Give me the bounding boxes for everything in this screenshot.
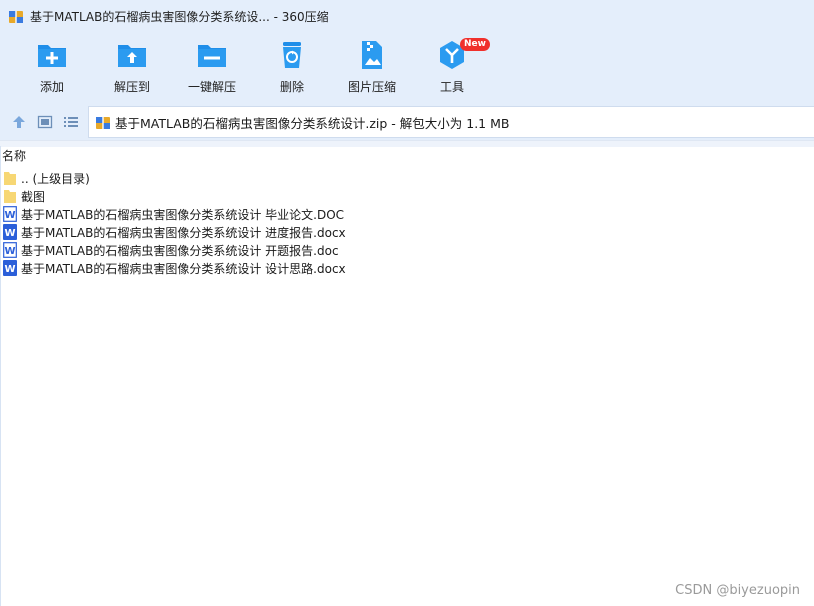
tools-button[interactable]: New 工具 [416, 38, 490, 100]
file-name: .. (上级目录) [21, 171, 90, 186]
svg-text:W: W [4, 210, 15, 221]
watermark-text: CSDN @biyezuopin [675, 583, 800, 598]
address-bar[interactable]: 基于MATLAB的石榴病虫害图像分类系统设计.zip - 解包大小为 1.1 M… [88, 106, 814, 138]
list-item-folder[interactable]: 截图 [3, 187, 703, 205]
zip-archive-icon [96, 117, 110, 129]
add-folder-icon [38, 45, 66, 67]
navigation-bar: 基于MATLAB的石榴病虫害图像分类系统设计.zip - 解包大小为 1.1 M… [0, 104, 814, 140]
extract-to-folder-icon [118, 45, 146, 67]
title-bar[interactable]: 基于MATLAB的石榴病虫害图像分类系统设... - 360压缩 [0, 0, 814, 32]
file-name: 基于MATLAB的石榴病虫害图像分类系统设计 进度报告.docx [21, 225, 346, 240]
list-item-file[interactable]: W 基于MATLAB的石榴病虫害图像分类系统设计 开题报告.doc [3, 241, 703, 259]
add-label: 添加 [39, 80, 64, 94]
delete-label: 删除 [279, 80, 304, 94]
file-name: 基于MATLAB的石榴病虫害图像分类系统设计 设计思路.docx [21, 261, 346, 276]
word-docx-icon: W [3, 224, 17, 240]
extract-to-button[interactable]: 解压到 [96, 38, 168, 100]
list-item-file[interactable]: W 基于MATLAB的石榴病虫害图像分类系统设计 进度报告.docx [3, 223, 703, 241]
delete-button[interactable]: 删除 [256, 38, 328, 100]
word-docx-icon: W [3, 260, 17, 276]
tools-label: 工具 [439, 80, 464, 94]
extract-to-label: 解压到 [113, 80, 150, 94]
file-name: 基于MATLAB的石榴病虫害图像分类系统设计 毕业论文.DOC [21, 207, 345, 222]
image-compress-button[interactable]: 图片压缩 [336, 38, 408, 100]
list-item-parent-folder[interactable]: .. (上级目录) [3, 169, 703, 187]
file-name: 基于MATLAB的石榴病虫害图像分类系统设计 开题报告.doc [21, 243, 339, 258]
svg-text:W: W [4, 228, 15, 239]
app-window: 基于MATLAB的石榴病虫害图像分类系统设... - 360压缩 添加 解压到 [0, 0, 814, 606]
image-compress-icon [362, 41, 382, 69]
folder-icon [4, 190, 16, 203]
list-view-icon[interactable] [63, 114, 79, 130]
list-item-file[interactable]: W 基于MATLAB的石榴病虫害图像分类系统设计 毕业论文.DOC [3, 205, 703, 223]
list-left-border [0, 146, 1, 606]
toolbar: 添加 解压到 一键解压 删除 图片压缩 New 工具 [0, 32, 814, 104]
new-badge: New [460, 38, 490, 51]
one-click-extract-label: 一键解压 [187, 80, 236, 94]
archive-path: 基于MATLAB的石榴病虫害图像分类系统设计.zip - 解包大小为 1.1 M… [115, 115, 510, 131]
up-arrow-icon[interactable] [11, 114, 27, 130]
list-header-strip [0, 140, 814, 147]
word-doc-icon: W [3, 242, 17, 258]
column-header-name[interactable]: 名称 [2, 147, 26, 164]
list-item-file[interactable]: W 基于MATLAB的石榴病虫害图像分类系统设计 设计思路.docx [3, 259, 703, 277]
one-click-extract-icon [198, 45, 226, 67]
image-compress-label: 图片压缩 [347, 80, 396, 94]
file-name: 截图 [21, 189, 46, 204]
svg-text:W: W [4, 246, 15, 257]
svg-text:W: W [4, 264, 15, 275]
file-list: .. (上级目录) 截图 W 基于MATLAB的石榴病虫害图像分类系统设计 毕业… [3, 169, 703, 277]
one-click-extract-button[interactable]: 一键解压 [176, 38, 248, 100]
add-button[interactable]: 添加 [16, 38, 88, 100]
thumbnail-view-icon[interactable] [37, 114, 53, 130]
app-logo-icon [9, 11, 23, 23]
folder-icon [4, 172, 16, 185]
word-doc-icon: W [3, 206, 17, 222]
window-title: 基于MATLAB的石榴病虫害图像分类系统设... - 360压缩 [30, 9, 329, 24]
recycle-bin-icon [283, 42, 301, 68]
